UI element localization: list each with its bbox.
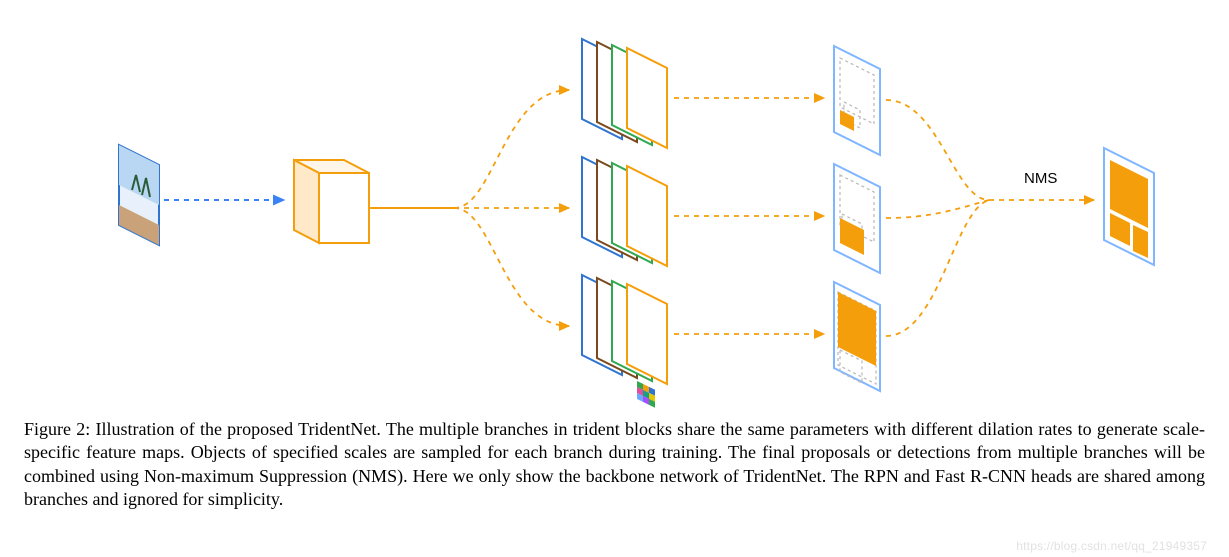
proposals-bot-icon — [834, 282, 880, 391]
backbone-block-icon — [294, 160, 369, 243]
watermark-text: https://blog.csdn.net/qq_21949357 — [1016, 539, 1207, 553]
proposals-top-icon — [834, 46, 880, 155]
architecture-diagram: NMS — [24, 10, 1205, 410]
output-detections-icon — [1104, 148, 1154, 265]
proposals-mid-icon — [834, 164, 880, 273]
caption-body: Illustration of the proposed TridentNet.… — [24, 419, 1205, 509]
caption-prefix: Figure 2: — [24, 419, 90, 439]
figure-caption: Figure 2: Illustration of the proposed T… — [24, 418, 1205, 512]
input-image-icon — [119, 145, 159, 245]
nms-label: NMS — [1024, 170, 1057, 187]
